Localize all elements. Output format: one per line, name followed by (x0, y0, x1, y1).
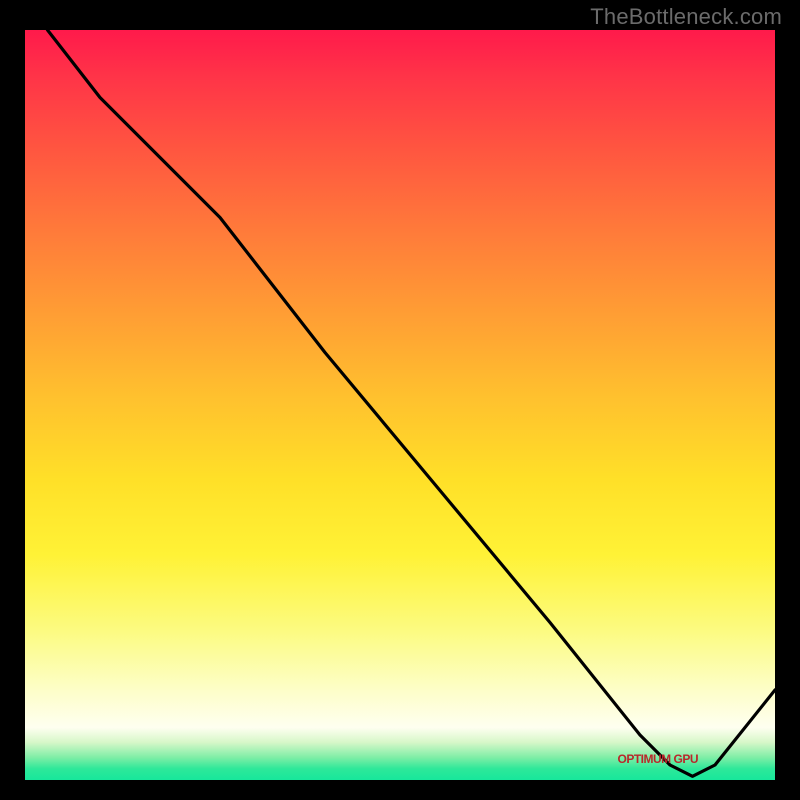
chart-frame: TheBottleneck.com OPTIMUM GPU (0, 0, 800, 800)
bottleneck-curve (48, 30, 776, 776)
optimum-gpu-label: OPTIMUM GPU (618, 752, 699, 766)
chart-plot-area: OPTIMUM GPU (25, 30, 775, 780)
chart-svg (25, 30, 775, 780)
watermark-text: TheBottleneck.com (590, 4, 782, 30)
